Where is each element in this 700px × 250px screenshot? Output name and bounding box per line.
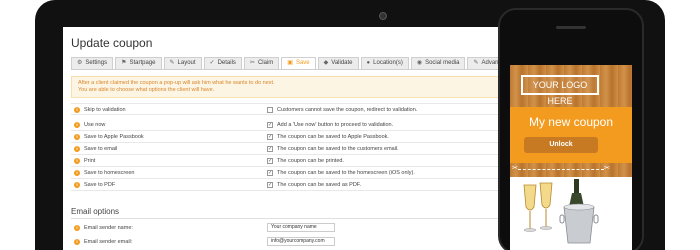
scissors-icon: ✂ [512, 165, 518, 172]
tab-bar: ⚙ Settings ⚑ Startpage ✎ Layout ✓ Details ✂ C… [71, 57, 515, 69]
option-checkbox[interactable]: ✓ [267, 182, 273, 188]
camera-icon [379, 12, 387, 20]
info-icon[interactable]: i [74, 158, 80, 164]
email-sender-email-row: i Email sender email: info@yourcompany.c… [71, 236, 503, 248]
option-checkbox[interactable]: ✓ [267, 122, 273, 128]
tab-settings[interactable]: ⚙ Settings [71, 57, 114, 69]
info-icon[interactable]: i [74, 146, 80, 152]
option-label: Save to Apple Passbook [84, 134, 144, 140]
tab-label: Startpage [129, 60, 156, 66]
info-line: You are able to choose what options the … [78, 87, 215, 93]
logo-placeholder: YOUR LOGO HERE [521, 75, 599, 106]
phone-speaker [556, 26, 586, 29]
option-row-skip-to-validation: i Skip to validation Customers cannot sa… [71, 103, 503, 115]
tab-startpage[interactable]: ⚑ Startpage [115, 57, 162, 69]
tab-details[interactable]: ✓ Details [203, 57, 242, 69]
option-label: Save to email [84, 146, 118, 152]
champagne-photo [510, 177, 632, 250]
flag-icon: ⚑ [121, 60, 127, 66]
option-description: Customers cannot save the coupon, redire… [277, 107, 418, 113]
unlock-button[interactable]: Unlock [524, 137, 598, 153]
field-label: Email sender name: [84, 225, 133, 231]
tab-social-media[interactable]: ◉ Social media [410, 57, 466, 69]
option-description: The coupon can be saved to Apple Passboo… [277, 134, 389, 140]
option-checkbox[interactable]: ✓ [267, 158, 273, 164]
tab-divider [71, 69, 503, 70]
champagne-illustration [523, 179, 599, 244]
info-icon[interactable]: i [74, 107, 80, 113]
scissors-icon: ✂ [604, 165, 610, 172]
info-icon[interactable]: i [74, 239, 80, 245]
wrench-icon: ✓ [209, 60, 215, 66]
option-description: The coupon can be printed. [277, 158, 344, 164]
option-description: Add a 'Use now' button to proceed to val… [277, 122, 394, 128]
option-label: Print [84, 158, 96, 164]
tab-layout[interactable]: ✎ Layout [163, 57, 202, 69]
email-sender-name-row: i Email sender name: Your company name [71, 222, 503, 234]
tab-label: Details [217, 60, 236, 66]
option-label: Save to PDF [84, 182, 116, 188]
tab-label: Layout [177, 60, 196, 66]
section-divider [71, 218, 503, 219]
info-icon[interactable]: i [74, 134, 80, 140]
tab-locations[interactable]: ● Location(s) [360, 57, 409, 69]
page-title: Update coupon [71, 36, 153, 50]
tag-icon: ◆ [323, 60, 329, 66]
tab-validate[interactable]: ◆ Validate [317, 57, 359, 69]
tab-claim[interactable]: ✂ Claim [243, 57, 280, 69]
save-icon: ▣ [287, 60, 293, 66]
option-checkbox[interactable]: ✓ [267, 134, 273, 140]
option-label: Skip to validation [84, 107, 126, 113]
info-icon[interactable]: i [74, 170, 80, 176]
info-line: After a client claimed the coupon a pop-… [78, 80, 275, 86]
option-row-homescreen: i Save to homescreen ✓ The coupon can be… [71, 167, 503, 179]
option-checkbox[interactable]: ✓ [267, 170, 273, 176]
coupon-preview: YOUR LOGO HERE My new coupon Unlock ✂ ✂ [510, 65, 632, 250]
tab-label: Settings [85, 60, 108, 66]
coupon-title: My new coupon [528, 115, 614, 129]
save-options-list: i Skip to validation Customers cannot sa… [71, 103, 503, 191]
tab-label: Save [295, 60, 310, 66]
option-description: The coupon can be saved to the homescree… [277, 170, 415, 176]
globe-icon: ◉ [416, 60, 423, 66]
option-row-use-now: i Use now ✓ Add a 'Use now' button to pr… [71, 119, 503, 131]
wrench-icon: ✎ [473, 60, 479, 66]
email-sender-name-input[interactable]: Your company name [267, 223, 335, 232]
tab-label: Social media [425, 60, 460, 66]
location-icon: ● [366, 60, 371, 66]
option-row-print: i Print ✓ The coupon can be printed. [71, 155, 503, 167]
option-row-apple-passbook: i Save to Apple Passbook ✓ The coupon ca… [71, 131, 503, 143]
cut-line [518, 169, 604, 170]
option-label: Use now [84, 122, 106, 128]
scissors-icon: ✂ [249, 60, 255, 66]
option-checkbox[interactable] [267, 107, 273, 113]
tab-label: Claim [257, 60, 274, 66]
info-icon[interactable]: i [74, 182, 80, 188]
gear-icon: ⚙ [77, 60, 83, 66]
info-icon[interactable]: i [74, 225, 80, 231]
tab-label: Validate [331, 60, 353, 66]
option-checkbox[interactable]: ✓ [267, 146, 273, 152]
tab-save[interactable]: ▣ Save [281, 57, 316, 69]
option-row-save-to-pdf: i Save to PDF ✓ The coupon can be saved … [71, 179, 503, 191]
option-label: Save to homescreen [84, 170, 135, 176]
option-row-save-to-email: i Save to email ✓ The coupon can be save… [71, 143, 503, 155]
edit-icon: ✎ [169, 60, 175, 66]
tab-label: Location(s) [373, 60, 403, 66]
option-description: The coupon can be saved as PDF. [277, 182, 362, 188]
phone-preview: YOUR LOGO HERE My new coupon Unlock ✂ ✂ [498, 8, 644, 250]
option-description: The coupon can be saved to the customers… [277, 146, 399, 152]
field-label: Email sender email: [84, 239, 133, 245]
info-icon[interactable]: i [74, 122, 80, 128]
info-box: After a client claimed the coupon a pop-… [71, 76, 503, 98]
email-options-heading: Email options [71, 207, 120, 216]
email-sender-email-input[interactable]: info@yourcompany.com [267, 237, 335, 246]
